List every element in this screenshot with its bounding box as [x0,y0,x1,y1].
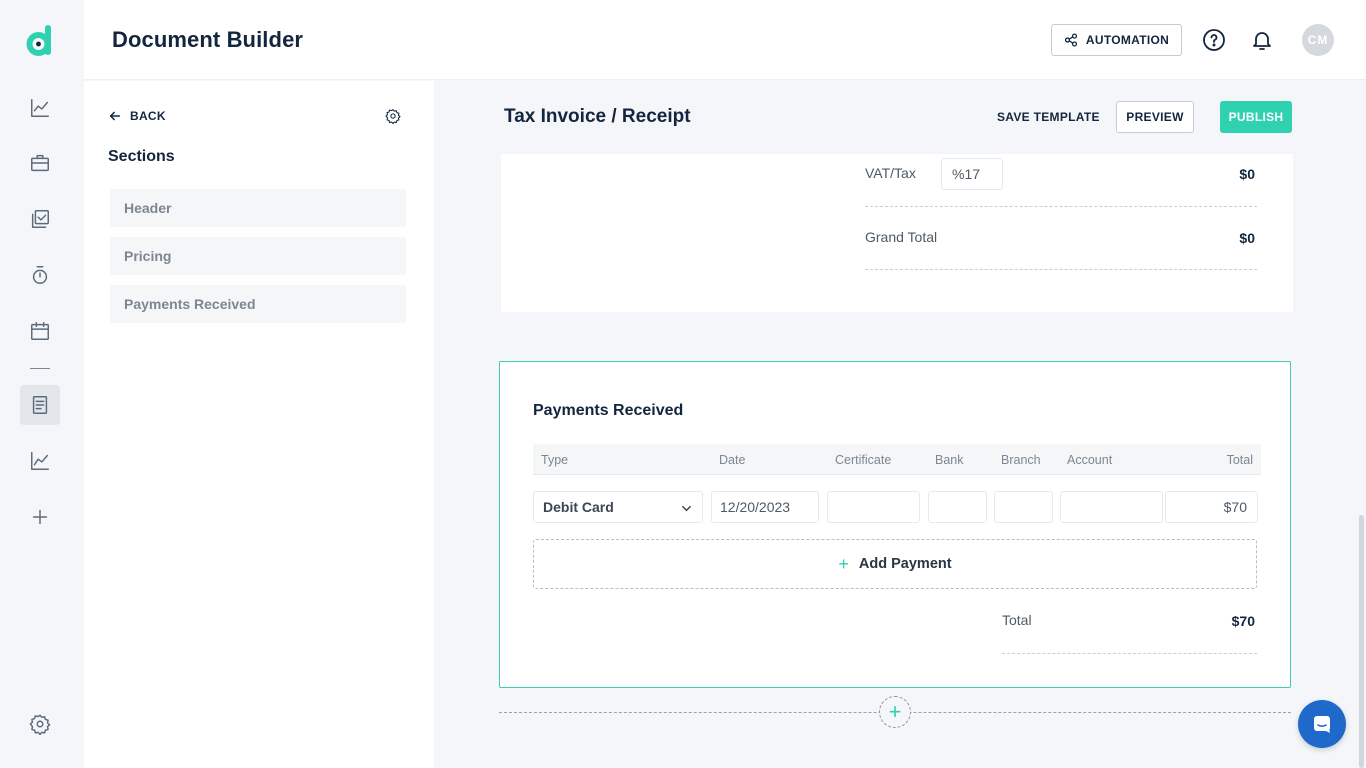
column-total: Total [1226,453,1253,467]
pricing-section-card: VAT/Tax %17 $0 Grand Total $0 [501,154,1293,312]
vat-row: VAT/Tax %17 $0 [865,154,1257,207]
back-label: BACK [130,109,166,123]
timer-icon[interactable] [20,255,60,295]
automation-button[interactable]: AUTOMATION [1051,24,1182,56]
payments-title: Payments Received [533,402,684,419]
vat-label: VAT/Tax [865,165,916,181]
app-title: Document Builder [112,27,304,52]
documents-icon[interactable] [20,385,60,425]
payments-table-header: Type Date Certificate Bank Branch Accoun… [533,444,1261,475]
vat-rate-input[interactable]: %17 [941,158,1003,190]
notifications-bell-icon[interactable] [1250,28,1274,52]
payment-certificate-input[interactable] [827,491,920,523]
tasks-check-icon[interactable] [20,199,60,239]
column-date: Date [719,453,746,467]
app-logo-icon[interactable] [26,25,54,57]
payment-date-input[interactable]: 12/20/2023 [711,491,819,523]
sections-title: Sections [108,148,175,165]
share-nodes-icon [1064,33,1077,47]
payment-branch-input[interactable] [994,491,1053,523]
sections-panel: BACK Sections Header Pricing Payments Re… [84,81,434,768]
main-scrollbar[interactable] [1359,515,1364,768]
left-nav-rail [0,0,84,768]
column-bank: Bank [935,453,964,467]
payments-total-row: Total $70 [1002,600,1257,654]
preview-button[interactable]: PREVIEW [1116,101,1194,133]
add-section-plus-icon[interactable]: + [879,696,911,728]
grand-total-row: Grand Total $0 [865,217,1257,270]
payment-total-input[interactable]: $70 [1165,491,1258,523]
payment-account-input[interactable] [1060,491,1163,523]
column-type: Type [541,453,569,467]
help-icon[interactable] [1202,28,1226,52]
chat-support-icon[interactable] [1298,700,1346,748]
add-plus-icon[interactable] [20,497,60,537]
user-avatar[interactable]: CM [1302,24,1334,56]
payment-bank-input[interactable] [928,491,987,523]
section-settings-gear-icon[interactable] [385,108,401,125]
grand-total-label: Grand Total [865,229,938,245]
analytics-icon[interactable] [20,88,60,128]
section-item-header[interactable]: Header [110,189,406,227]
section-item-payments-received[interactable]: Payments Received [110,285,406,323]
publish-button[interactable]: PUBLISH [1220,101,1292,133]
settings-gear-icon[interactable] [20,704,60,744]
column-branch: Branch [1001,453,1041,467]
plus-icon: + [838,553,849,574]
add-payment-button[interactable]: + Add Payment [533,539,1257,589]
calendar-icon[interactable] [20,311,60,351]
briefcase-icon[interactable] [20,143,60,183]
column-certificate: Certificate [835,453,892,467]
arrow-left-icon [109,111,121,121]
payment-type-select[interactable]: Debit Card [533,491,703,523]
grand-total-value: $0 [1239,230,1255,246]
save-template-button[interactable]: SAVE TEMPLATE [997,110,1100,124]
document-title: Tax Invoice / Receipt [504,106,691,127]
chevron-down-icon [682,505,691,512]
reports-chart-icon[interactable] [20,441,60,481]
add-payment-label: Add Payment [858,556,952,572]
automation-label: AUTOMATION [1085,33,1170,47]
back-button[interactable]: BACK [108,109,166,123]
section-item-pricing[interactable]: Pricing [110,237,406,275]
vat-amount: $0 [1239,166,1255,182]
payments-total-label: Total [1002,612,1032,628]
top-header-bar: Document Builder AUTOMATION CM [84,0,1366,80]
payment-type-value: Debit Card [543,499,614,515]
payments-received-section-card[interactable]: Payments Received Type Date Certificate … [499,361,1291,688]
column-account: Account [1067,453,1113,467]
payments-total-value: $70 [1231,613,1255,629]
rail-divider [30,368,50,369]
